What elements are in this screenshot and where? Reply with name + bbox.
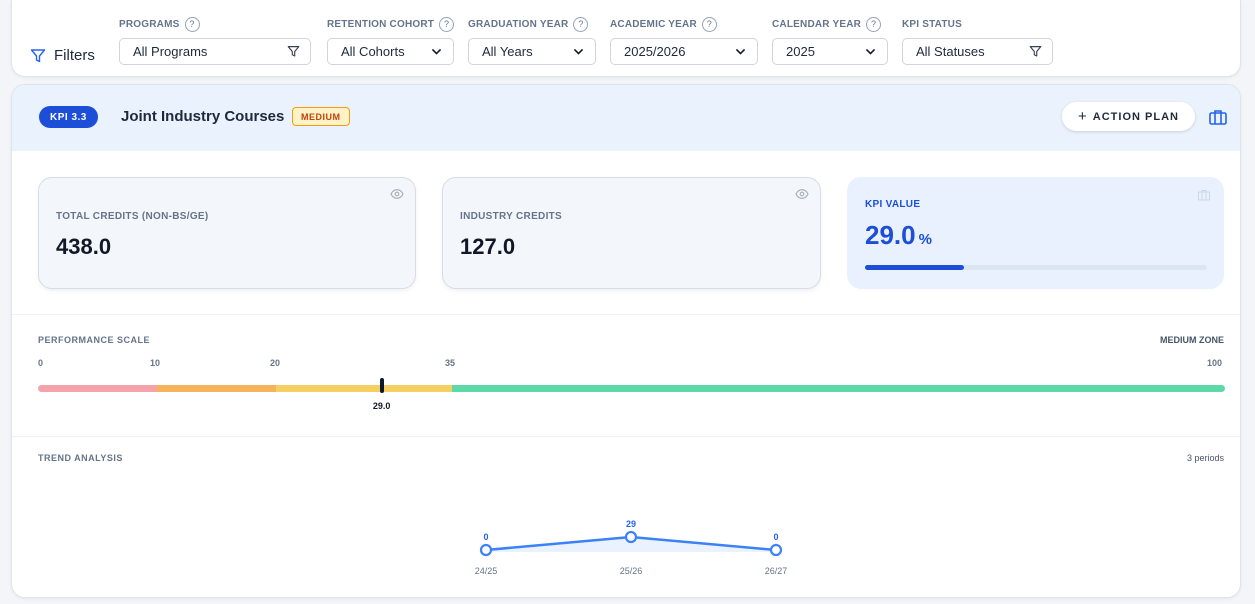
filter-cohort-label: Retention Cohort — [327, 18, 435, 30]
kpi-status-select[interactable]: All Statuses — [902, 38, 1053, 65]
filter-academic-label: Academic Year — [610, 18, 697, 30]
filters-bar: Filters Programs? All Programs Retention… — [11, 0, 1241, 77]
filter-programs-label: Programs — [119, 18, 180, 30]
filters-toggle[interactable]: Filters — [30, 47, 95, 64]
scale-marker-label: 29.0 — [372, 401, 391, 411]
scale-segment — [157, 385, 276, 392]
chevron-down-icon — [865, 48, 876, 55]
trend-value-label: 29 — [626, 519, 636, 529]
divider — [12, 314, 1240, 315]
trend-period-label: 24/25 — [475, 566, 498, 576]
industry-credits-label: INDUSTRY CREDITS — [460, 211, 563, 222]
kpi-progress-bar — [865, 265, 1207, 270]
filter-kpi-status: KPI Status All Statuses — [902, 15, 1053, 65]
eye-icon[interactable] — [390, 187, 404, 201]
programs-select[interactable]: All Programs — [119, 38, 311, 65]
total-credits-value: 438.0 — [56, 234, 112, 259]
total-credits-label: TOTAL CREDITS (NON-BS/GE) — [56, 211, 209, 222]
trend-periods-label: 3 periods — [1186, 453, 1224, 463]
trend-point[interactable] — [769, 543, 783, 557]
scale-tick: 10 — [150, 358, 161, 368]
graduation-year-select[interactable]: All Years — [468, 38, 596, 65]
kpi-value-unit: % — [918, 231, 932, 248]
kpi-card: KPI 3.3 Joint Industry Courses MEDIUM + … — [11, 84, 1241, 598]
programs-select-value: All Programs — [133, 44, 208, 59]
kpi-progress-fill — [865, 265, 965, 270]
cohort-select[interactable]: All Cohorts — [327, 38, 454, 65]
cohort-select-value: All Cohorts — [341, 44, 405, 59]
scale-segment — [38, 385, 157, 392]
industry-credits-value: 127.0 — [460, 234, 516, 259]
academic-select-value: 2025/2026 — [624, 44, 686, 59]
scale-marker — [379, 378, 384, 393]
kpi-value-label: KPI VALUE — [865, 199, 921, 210]
kpi-value-number: 29.0 — [865, 220, 916, 250]
filter-retention-cohort: Retention Cohort? All Cohorts — [327, 15, 455, 65]
kpi-level-badge: MEDIUM — [292, 107, 350, 126]
plus-icon: + — [1078, 108, 1087, 125]
total-credits-card: TOTAL CREDITS (NON-BS/GE) 438.0 — [38, 177, 416, 289]
zone-label: MEDIUM ZONE — [1160, 335, 1224, 345]
funnel-icon — [1029, 46, 1042, 57]
status-select-value: All Statuses — [916, 44, 985, 59]
scale-tick: 0 — [38, 358, 44, 368]
kpi-title: Joint Industry Courses — [121, 108, 285, 125]
calendar-year-select[interactable]: 2025 — [772, 38, 888, 65]
academic-year-select[interactable]: 2025/2026 — [610, 38, 758, 65]
graduation-select-value: All Years — [482, 44, 533, 59]
chevron-down-icon — [573, 48, 584, 55]
filter-programs: Programs? All Programs — [119, 15, 311, 65]
filter-status-label: KPI Status — [902, 18, 962, 30]
action-plan-label: ACTION PLAN — [1092, 110, 1179, 123]
filters-label: Filters — [54, 47, 95, 64]
help-icon[interactable]: ? — [573, 16, 589, 32]
help-icon[interactable]: ? — [866, 16, 882, 32]
help-icon[interactable]: ? — [439, 16, 455, 32]
kpi-card-header: KPI 3.3 Joint Industry Courses MEDIUM + … — [12, 85, 1240, 151]
performance-scale-title: PERFORMANCE SCALE — [38, 335, 151, 345]
filter-academic-year: Academic Year? 2025/2026 — [610, 15, 758, 65]
trend-point[interactable] — [479, 543, 493, 557]
scale-tick: 100 — [1207, 358, 1223, 368]
trend-value-label: 0 — [483, 532, 488, 542]
help-icon[interactable]: ? — [184, 16, 200, 32]
trend-point[interactable] — [624, 530, 638, 544]
chevron-down-icon — [735, 48, 746, 55]
filter-calendar-year: Calendar Year? 2025 — [772, 15, 888, 65]
trend-chart: 0 24/25 29 25/26 0 26/27 — [475, 519, 788, 576]
scale-tick: 20 — [270, 358, 281, 368]
filter-graduation-label: Graduation Year — [468, 18, 569, 30]
divider — [12, 436, 1240, 437]
filter-graduation-year: Graduation Year? All Years — [468, 15, 596, 65]
funnel-icon — [287, 46, 300, 57]
kpi-value: 29.0% — [865, 220, 932, 251]
action-plan-button[interactable]: + ACTION PLAN — [1062, 102, 1195, 131]
performance-scale-bar — [38, 385, 1225, 392]
scale-segment — [276, 385, 452, 392]
trend-value-label: 0 — [773, 532, 778, 542]
filter-calendar-label: Calendar Year — [772, 18, 862, 30]
scale-segment — [452, 385, 1225, 392]
kpi-id-badge: KPI 3.3 — [39, 106, 98, 128]
calendar-select-value: 2025 — [786, 44, 815, 59]
briefcase-icon — [1198, 190, 1210, 201]
scale-tick: 35 — [445, 358, 456, 368]
eye-icon[interactable] — [795, 187, 809, 201]
industry-credits-card: INDUSTRY CREDITS 127.0 — [442, 177, 821, 289]
chevron-down-icon — [431, 48, 442, 55]
funnel-icon — [30, 48, 46, 62]
help-icon[interactable]: ? — [701, 16, 717, 32]
trend-period-label: 26/27 — [765, 566, 788, 576]
trend-period-label: 25/26 — [620, 566, 643, 576]
kpi-value-card: KPI VALUE 29.0% — [847, 177, 1224, 289]
briefcase-icon[interactable] — [1207, 106, 1229, 128]
trend-analysis-title: TREND ANALYSIS — [38, 453, 123, 463]
